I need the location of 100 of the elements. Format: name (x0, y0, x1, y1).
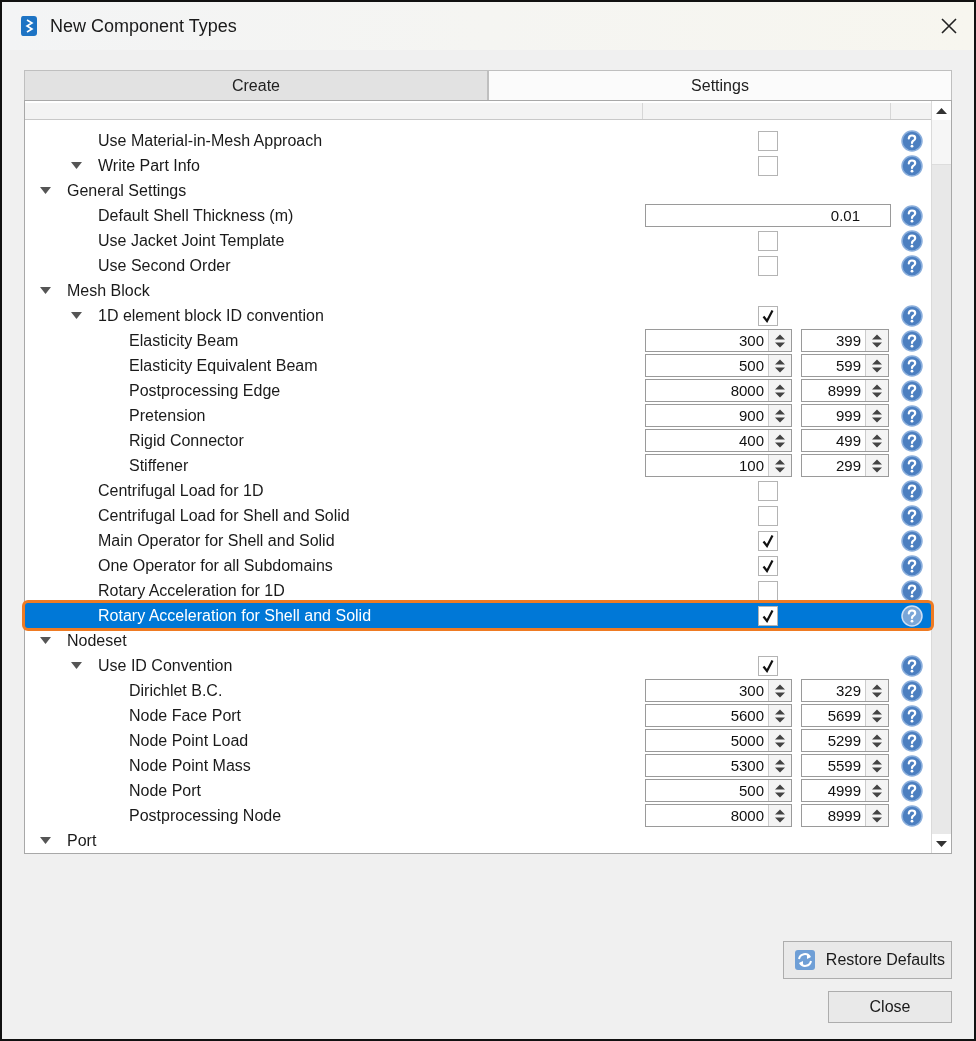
expand-arrow-icon[interactable] (70, 312, 82, 319)
checkbox[interactable] (758, 505, 778, 526)
spin-box[interactable]: 8999 (801, 379, 889, 402)
text-field[interactable]: 0.01 (645, 204, 891, 227)
help-icon[interactable] (900, 454, 923, 477)
spin-box[interactable]: 599 (801, 354, 889, 377)
spin-box[interactable]: 4999 (801, 779, 889, 802)
spin-arrows-icon[interactable] (774, 432, 786, 449)
help-icon[interactable] (900, 354, 923, 377)
checkbox[interactable] (758, 530, 778, 551)
spin-box[interactable]: 400 (645, 429, 792, 452)
help-icon[interactable] (900, 754, 923, 777)
tree-row[interactable]: 1D element block ID convention (25, 303, 931, 328)
help-icon[interactable] (900, 529, 923, 552)
tree-row[interactable]: Rigid Connector 400 499 (25, 428, 931, 453)
spin-arrows-icon[interactable] (871, 707, 883, 724)
expand-arrow-icon[interactable] (70, 162, 82, 169)
help-icon[interactable] (900, 704, 923, 727)
spin-box[interactable]: 5000 (645, 729, 792, 752)
spin-box[interactable]: 329 (801, 679, 889, 702)
tree-row[interactable]: Rotary Acceleration for 1D (25, 578, 931, 603)
spin-arrows-icon[interactable] (871, 332, 883, 349)
spin-arrows-icon[interactable] (774, 457, 786, 474)
tree-row[interactable]: Mesh Block (25, 278, 931, 303)
help-icon[interactable] (900, 304, 923, 327)
tree-row[interactable]: Centrifugal Load for 1D (25, 478, 931, 503)
spin-arrows-icon[interactable] (871, 757, 883, 774)
tree-row[interactable]: Node Port 500 4999 (25, 778, 931, 803)
tree-row[interactable]: Node Point Mass 5300 5599 (25, 753, 931, 778)
tree-row[interactable]: Rotary Acceleration for Shell and Solid (25, 603, 931, 628)
spin-box[interactable]: 5599 (801, 754, 889, 777)
spin-box[interactable]: 500 (645, 779, 792, 802)
spin-arrows-icon[interactable] (774, 382, 786, 399)
tree-row[interactable]: Use ID Convention (25, 653, 931, 678)
spin-box[interactable]: 5699 (801, 704, 889, 727)
checkbox[interactable] (758, 605, 778, 626)
expand-arrow-icon[interactable] (39, 637, 51, 644)
help-icon[interactable] (900, 804, 923, 827)
spin-arrows-icon[interactable] (871, 407, 883, 424)
help-icon[interactable] (900, 129, 923, 152)
checkbox[interactable] (758, 480, 778, 501)
tree-row[interactable]: Postprocessing Node 8000 8999 (25, 803, 931, 828)
spin-box[interactable]: 900 (645, 404, 792, 427)
help-icon[interactable] (900, 679, 923, 702)
expand-arrow-icon[interactable] (39, 287, 51, 294)
spin-box[interactable]: 499 (801, 429, 889, 452)
spin-arrows-icon[interactable] (774, 707, 786, 724)
help-icon[interactable] (900, 479, 923, 502)
restore-defaults-button[interactable]: Restore Defaults (782, 941, 952, 979)
spin-arrows-icon[interactable] (871, 732, 883, 749)
checkbox[interactable] (758, 130, 778, 151)
spin-box[interactable]: 8999 (801, 804, 889, 827)
spin-arrows-icon[interactable] (774, 732, 786, 749)
tree-row[interactable]: General Settings (25, 178, 931, 203)
tree-row[interactable]: One Operator for all Subdomains (25, 553, 931, 578)
expand-arrow-icon[interactable] (70, 662, 82, 669)
scrollbar-thumb[interactable] (932, 120, 951, 165)
tree-row[interactable]: Elasticity Equivalent Beam 500 599 (25, 353, 931, 378)
spin-box[interactable]: 8000 (645, 379, 792, 402)
tree-row[interactable]: Port (25, 828, 931, 853)
spin-arrows-icon[interactable] (871, 382, 883, 399)
help-icon[interactable] (900, 254, 923, 277)
spin-box[interactable]: 5600 (645, 704, 792, 727)
checkbox[interactable] (758, 555, 778, 576)
spin-box[interactable]: 399 (801, 329, 889, 352)
spin-arrows-icon[interactable] (871, 457, 883, 474)
help-icon[interactable] (900, 329, 923, 352)
spin-arrows-icon[interactable] (871, 357, 883, 374)
spin-box[interactable]: 100 (645, 454, 792, 477)
spin-box[interactable]: 299 (801, 454, 889, 477)
help-icon[interactable] (900, 729, 923, 752)
spin-arrows-icon[interactable] (774, 757, 786, 774)
checkbox[interactable] (758, 305, 778, 326)
spin-arrows-icon[interactable] (871, 432, 883, 449)
spin-box[interactable]: 8000 (645, 804, 792, 827)
help-icon[interactable] (900, 554, 923, 577)
checkbox[interactable] (758, 655, 778, 676)
spin-arrows-icon[interactable] (774, 407, 786, 424)
tree-row[interactable]: Use Second Order (25, 253, 931, 278)
spin-arrows-icon[interactable] (774, 782, 786, 799)
tree-row[interactable]: Elasticity Beam 300 399 (25, 328, 931, 353)
spin-arrows-icon[interactable] (871, 682, 883, 699)
help-icon[interactable] (900, 204, 923, 227)
tab[interactable]: Settings (488, 70, 952, 100)
tree-row[interactable]: Stiffener 100 299 (25, 453, 931, 478)
tree-row[interactable]: Write Part Info (25, 153, 931, 178)
tree-row[interactable]: Dirichlet B.C. 300 329 (25, 678, 931, 703)
tree-row[interactable]: Centrifugal Load for Shell and Solid (25, 503, 931, 528)
spin-box[interactable]: 300 (645, 329, 792, 352)
help-icon[interactable] (900, 654, 923, 677)
tree-row[interactable]: Nodeset (25, 628, 931, 653)
help-icon[interactable] (900, 404, 923, 427)
tree-row[interactable]: Node Point Load 5000 5299 (25, 728, 931, 753)
scroll-up-icon[interactable] (936, 107, 947, 114)
tab[interactable]: Create (24, 70, 488, 100)
expand-arrow-icon[interactable] (39, 187, 51, 194)
help-icon[interactable] (900, 154, 923, 177)
spin-arrows-icon[interactable] (871, 807, 883, 824)
tree-row[interactable]: Use Material-in-Mesh Approach (25, 128, 931, 153)
spin-box[interactable]: 999 (801, 404, 889, 427)
